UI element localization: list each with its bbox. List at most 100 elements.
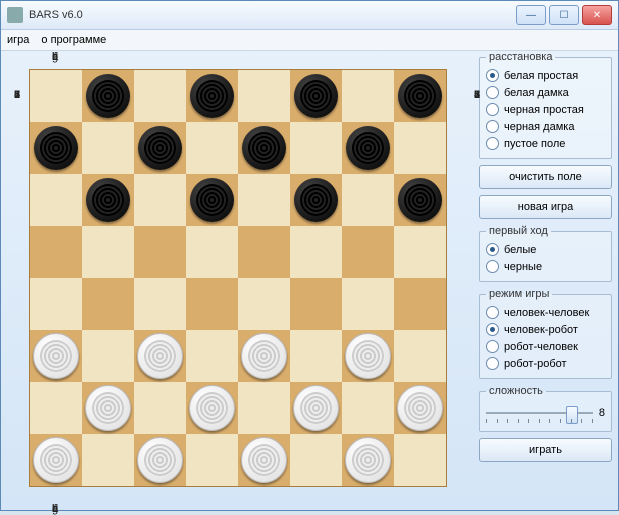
square-f1[interactable] <box>290 434 342 486</box>
square-g4[interactable] <box>342 278 394 330</box>
square-e8[interactable] <box>238 70 290 122</box>
square-c5[interactable] <box>134 226 186 278</box>
square-a2[interactable] <box>30 382 82 434</box>
square-h4[interactable] <box>394 278 446 330</box>
square-h5[interactable] <box>394 226 446 278</box>
square-d4[interactable] <box>186 278 238 330</box>
mode-option[interactable]: робот-робот <box>486 355 605 372</box>
square-f8[interactable] <box>290 70 342 122</box>
square-e2[interactable] <box>238 382 290 434</box>
square-a6[interactable] <box>30 174 82 226</box>
black-piece[interactable] <box>346 126 390 170</box>
firstmove-option[interactable]: белые <box>486 241 605 258</box>
square-g1[interactable] <box>342 434 394 486</box>
square-d7[interactable] <box>186 122 238 174</box>
square-e6[interactable] <box>238 174 290 226</box>
square-h1[interactable] <box>394 434 446 486</box>
mode-option[interactable]: робот-человек <box>486 338 605 355</box>
white-piece[interactable] <box>137 437 183 483</box>
black-piece[interactable] <box>242 126 286 170</box>
difficulty-slider[interactable] <box>486 403 593 423</box>
setup-option[interactable]: белая простая <box>486 67 605 84</box>
square-f3[interactable] <box>290 330 342 382</box>
square-b8[interactable] <box>82 70 134 122</box>
black-piece[interactable] <box>138 126 182 170</box>
square-d6[interactable] <box>186 174 238 226</box>
clear-button[interactable]: очистить поле <box>479 165 612 189</box>
square-g3[interactable] <box>342 330 394 382</box>
white-piece[interactable] <box>293 385 339 431</box>
checkers-board[interactable] <box>29 69 447 487</box>
square-f5[interactable] <box>290 226 342 278</box>
square-g8[interactable] <box>342 70 394 122</box>
square-e5[interactable] <box>238 226 290 278</box>
square-c7[interactable] <box>134 122 186 174</box>
menu-about[interactable]: о программе <box>41 34 106 46</box>
square-b6[interactable] <box>82 174 134 226</box>
newgame-button[interactable]: новая игра <box>479 195 612 219</box>
square-a5[interactable] <box>30 226 82 278</box>
square-a7[interactable] <box>30 122 82 174</box>
white-piece[interactable] <box>137 333 183 379</box>
square-g6[interactable] <box>342 174 394 226</box>
white-piece[interactable] <box>33 333 79 379</box>
square-c4[interactable] <box>134 278 186 330</box>
white-piece[interactable] <box>397 385 443 431</box>
white-piece[interactable] <box>345 333 391 379</box>
square-b3[interactable] <box>82 330 134 382</box>
minimize-button[interactable]: — <box>516 5 546 25</box>
square-e4[interactable] <box>238 278 290 330</box>
setup-option[interactable]: черная простая <box>486 101 605 118</box>
white-piece[interactable] <box>85 385 131 431</box>
mode-option[interactable]: человек-робот <box>486 321 605 338</box>
square-d1[interactable] <box>186 434 238 486</box>
square-c2[interactable] <box>134 382 186 434</box>
square-d3[interactable] <box>186 330 238 382</box>
black-piece[interactable] <box>190 178 234 222</box>
mode-option[interactable]: человек-человек <box>486 304 605 321</box>
square-b2[interactable] <box>82 382 134 434</box>
white-piece[interactable] <box>241 333 287 379</box>
black-piece[interactable] <box>86 178 130 222</box>
square-c8[interactable] <box>134 70 186 122</box>
square-g2[interactable] <box>342 382 394 434</box>
square-d8[interactable] <box>186 70 238 122</box>
white-piece[interactable] <box>345 437 391 483</box>
square-a4[interactable] <box>30 278 82 330</box>
black-piece[interactable] <box>86 74 130 118</box>
square-c1[interactable] <box>134 434 186 486</box>
setup-option[interactable]: пустое поле <box>486 135 605 152</box>
black-piece[interactable] <box>294 74 338 118</box>
square-f4[interactable] <box>290 278 342 330</box>
square-f6[interactable] <box>290 174 342 226</box>
square-a1[interactable] <box>30 434 82 486</box>
setup-option[interactable]: белая дамка <box>486 84 605 101</box>
square-g5[interactable] <box>342 226 394 278</box>
square-d5[interactable] <box>186 226 238 278</box>
square-b4[interactable] <box>82 278 134 330</box>
square-h2[interactable] <box>394 382 446 434</box>
square-b7[interactable] <box>82 122 134 174</box>
white-piece[interactable] <box>241 437 287 483</box>
square-h7[interactable] <box>394 122 446 174</box>
square-c6[interactable] <box>134 174 186 226</box>
square-a3[interactable] <box>30 330 82 382</box>
square-e1[interactable] <box>238 434 290 486</box>
maximize-button[interactable]: ☐ <box>549 5 579 25</box>
square-f7[interactable] <box>290 122 342 174</box>
square-h6[interactable] <box>394 174 446 226</box>
close-button[interactable]: ✕ <box>582 5 612 25</box>
black-piece[interactable] <box>190 74 234 118</box>
setup-option[interactable]: черная дамка <box>486 118 605 135</box>
black-piece[interactable] <box>34 126 78 170</box>
square-h8[interactable] <box>394 70 446 122</box>
white-piece[interactable] <box>189 385 235 431</box>
square-e7[interactable] <box>238 122 290 174</box>
white-piece[interactable] <box>33 437 79 483</box>
square-f2[interactable] <box>290 382 342 434</box>
square-h3[interactable] <box>394 330 446 382</box>
black-piece[interactable] <box>398 178 442 222</box>
square-a8[interactable] <box>30 70 82 122</box>
square-b1[interactable] <box>82 434 134 486</box>
square-c3[interactable] <box>134 330 186 382</box>
